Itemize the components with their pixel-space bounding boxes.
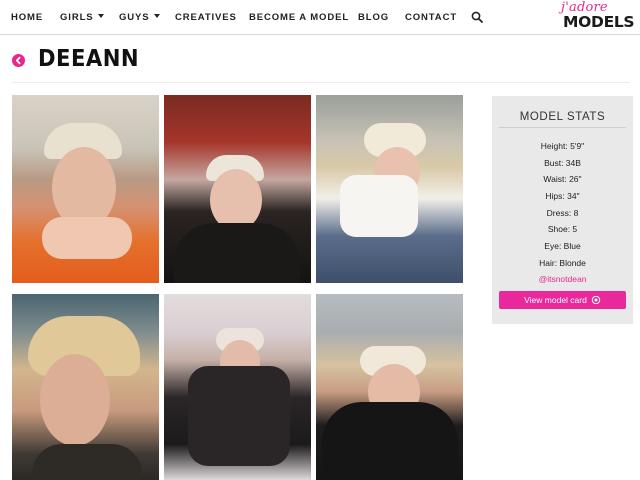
site-logo[interactable]: j'adore MODELS <box>556 0 638 33</box>
photo-1[interactable] <box>12 95 159 283</box>
photo-5[interactable] <box>164 294 311 480</box>
photo-2[interactable] <box>164 95 311 283</box>
photo-6-leather-jacket <box>322 402 458 480</box>
caret-down-icon <box>153 14 160 18</box>
stat-waist: Waist: 26" <box>543 174 582 184</box>
title-divider <box>12 82 630 83</box>
caret-down-icon <box>97 14 104 18</box>
stat-height: Height: 5'9" <box>540 141 585 151</box>
model-stats-panel: MODEL STATS Height: 5'9" Bust: 34B Waist… <box>492 96 633 324</box>
stat-dress: Dress: 8 <box>546 208 579 218</box>
nav-contact[interactable]: CONTACT <box>405 12 457 23</box>
photo-5-mesh-top <box>188 366 290 466</box>
view-model-card-label: View model card <box>524 295 587 305</box>
photo-4-face <box>40 354 110 446</box>
page-title: DEEANN <box>38 46 140 72</box>
nav-guys[interactable]: GUYS <box>119 12 160 23</box>
photo-4[interactable] <box>12 294 159 480</box>
nav-home[interactable]: HOME <box>11 12 43 23</box>
eye-icon <box>591 296 601 304</box>
nav-girls-label: GIRLS <box>60 12 94 23</box>
chevron-left-circle-icon[interactable] <box>12 54 25 67</box>
nav-blog-label: BLOG <box>358 12 390 23</box>
photo-4-shoulders <box>32 444 142 480</box>
stat-shoe: Shoe: 5 <box>547 224 578 234</box>
stat-bust: Bust: 34B <box>544 158 581 168</box>
stats-title: MODEL STATS <box>519 111 606 123</box>
nav-blog[interactable]: BLOG <box>358 12 389 23</box>
nav-become-a-model-label: BECOME A MODEL <box>249 12 350 23</box>
stat-hair: Hair: Blonde <box>539 258 586 268</box>
nav-guys-label: GUYS <box>119 12 150 23</box>
top-navigation: HOME GIRLS GUYS CREATIVES BECOME A MODEL… <box>0 0 640 35</box>
nav-creatives[interactable]: CREATIVES <box>175 12 237 23</box>
nav-become-a-model[interactable]: BECOME A MODEL <box>249 12 349 23</box>
photo-2-jacket <box>174 223 300 283</box>
photo-3[interactable] <box>316 95 463 283</box>
nav-home-label: HOME <box>11 12 44 23</box>
search-icon[interactable] <box>471 11 483 23</box>
stat-hips: Hips: 34" <box>545 191 580 201</box>
logo-wordmark-text: MODELS <box>563 13 635 31</box>
photo-1-hands <box>42 217 132 259</box>
stats-divider <box>499 127 626 128</box>
nav-creatives-label: CREATIVES <box>175 12 237 23</box>
photo-3-tshirt <box>340 175 418 237</box>
nav-girls[interactable]: GIRLS <box>60 12 104 23</box>
instagram-handle-link[interactable]: @itsnotdean <box>492 274 633 284</box>
photo-2-face <box>210 169 262 231</box>
photo-6[interactable] <box>316 294 463 480</box>
stat-eye: Eye: Blue <box>544 241 581 251</box>
view-model-card-button[interactable]: View model card <box>499 291 626 309</box>
nav-contact-label: CONTACT <box>405 12 458 23</box>
